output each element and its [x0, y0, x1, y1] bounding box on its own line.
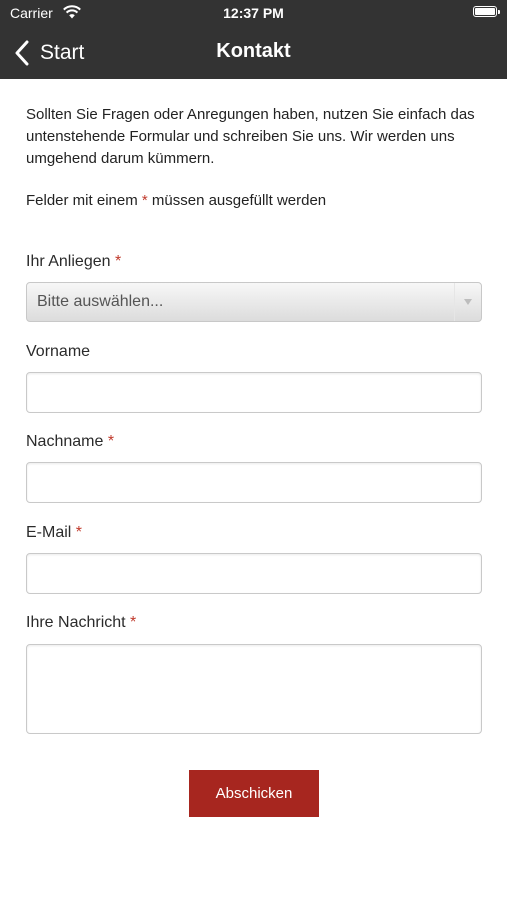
anliegen-selected-value: Bitte auswählen...: [37, 293, 164, 310]
navigation-bar: Start Kontakt: [0, 28, 507, 79]
nachname-field[interactable]: [26, 462, 482, 503]
nachricht-label: Ihre Nachricht *: [26, 614, 136, 632]
anliegen-select[interactable]: Bitte auswählen...: [26, 282, 482, 322]
vorname-label: Vorname: [26, 343, 90, 361]
required-note-before: Felder mit einem: [26, 192, 142, 209]
nachname-label-text: Nachname: [26, 433, 104, 450]
email-label-text: E-Mail: [26, 524, 72, 541]
status-bar: Carrier 12:37 PM: [0, 0, 507, 28]
vorname-label-text: Vorname: [26, 343, 91, 360]
nachname-label: Nachname *: [26, 433, 114, 451]
anliegen-label-text: Ihr Anliegen: [26, 253, 111, 270]
status-time: 12:37 PM: [223, 5, 284, 21]
page-title: Kontakt: [216, 40, 291, 62]
dropdown-arrow-icon: [454, 283, 481, 321]
email-field[interactable]: [26, 553, 482, 594]
nachricht-label-text: Ihre Nachricht: [26, 614, 126, 631]
required-star: *: [114, 253, 122, 270]
anliegen-label: Ihr Anliegen *: [26, 253, 121, 271]
intro-text: Sollten Sie Fragen oder Anregungen haben…: [26, 106, 475, 167]
required-star: *: [75, 524, 83, 541]
top-bar: Carrier 12:37 PM Start Kontakt: [0, 0, 507, 79]
required-star: *: [107, 433, 115, 450]
submit-button[interactable]: Abschicken: [189, 770, 319, 817]
required-star: *: [130, 614, 137, 631]
required-note-after: müssen ausgefüllt werden: [147, 192, 327, 209]
vorname-field[interactable]: [26, 372, 482, 413]
message-textarea[interactable]: [26, 644, 482, 734]
intro-section: Sollten Sie Fragen oder Anregungen haben…: [26, 104, 482, 209]
battery-icon: [473, 6, 500, 17]
email-label: E-Mail *: [26, 524, 82, 542]
required-note: Felder mit einem * müssen ausgefüllt wer…: [26, 192, 482, 209]
